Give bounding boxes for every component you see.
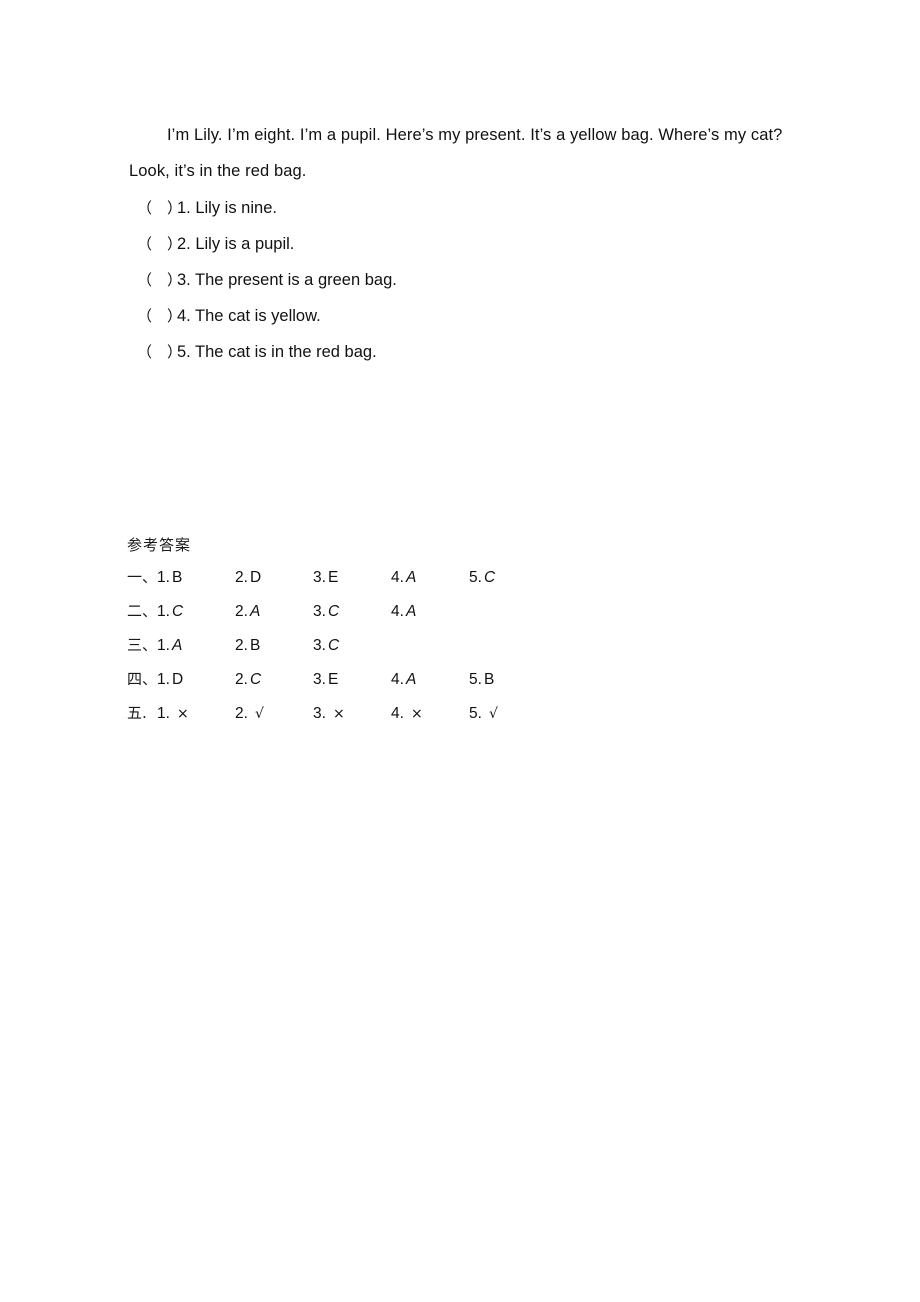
answer-cell: 2. B <box>235 629 313 663</box>
answer-number: 3. <box>313 637 326 654</box>
answer-cell: 2. A <box>235 595 313 629</box>
answer-cell: 4. A <box>391 595 469 629</box>
true-false-question-list: （ ）1. Lily is nine. （ ）2. Lily is a pupi… <box>137 190 777 370</box>
list-item: （ ）1. Lily is nine. <box>137 190 777 226</box>
answer-row-label-1: 一、 <box>127 568 158 586</box>
answer-cell: 5. C <box>469 561 547 595</box>
answer-cell: 2. D <box>235 561 313 595</box>
answer-value: C <box>483 569 496 586</box>
answer-value: C <box>171 603 184 620</box>
statement-text-4: 4. The cat is yellow. <box>177 307 321 325</box>
answer-value: D <box>249 569 262 586</box>
answer-value: C <box>249 671 262 688</box>
answer-value: A <box>249 603 261 620</box>
check-icon: √ <box>488 706 498 722</box>
statement-text-5: 5. The cat is in the red bag. <box>177 343 377 361</box>
answer-value: A <box>405 671 417 688</box>
answer-cell: 2. C <box>235 663 313 697</box>
answer-number: 1. <box>157 671 170 688</box>
answer-row-label-4: 四、 <box>127 670 158 688</box>
statement-text-3: 3. The present is a green bag. <box>177 271 397 289</box>
answer-value: B <box>171 569 183 586</box>
cross-icon: × <box>410 706 423 722</box>
check-icon: √ <box>254 706 264 722</box>
answer-row-2: 二、1. C 2. A 3. C 4. A <box>127 594 747 628</box>
answer-number: 5. <box>469 671 482 688</box>
answer-cell: 3. C <box>313 595 391 629</box>
list-item: （ ）5. The cat is in the red bag. <box>137 334 777 370</box>
list-item: （ ）3. The present is a green bag. <box>137 262 777 298</box>
answer-row-label-3: 三、 <box>127 636 158 654</box>
answer-bracket-2[interactable]: （ ） <box>137 227 182 263</box>
answer-number: 3. <box>313 705 326 722</box>
answer-cell: 3. × <box>313 697 391 731</box>
answer-cell: 1. × <box>157 697 235 731</box>
answer-row-1: 一、1. B 2. D 3. E 4. A 5. C <box>127 560 747 594</box>
answer-cell: 1. A <box>157 629 235 663</box>
answer-number: 1. <box>157 603 170 620</box>
list-item: （ ）4. The cat is yellow. <box>137 298 777 334</box>
answer-cell: 4. A <box>391 663 469 697</box>
answer-number: 4. <box>391 671 404 688</box>
answer-number: 2. <box>235 603 248 620</box>
answer-cell: 1. C <box>157 595 235 629</box>
answer-key-title: 参考答案 <box>127 536 192 554</box>
reading-passage: I’m Lily. I’m eight. I’m a pupil. Here’s… <box>129 117 799 189</box>
passage-line-1: I’m Lily. I’m eight. I’m a pupil. Here’s… <box>167 126 783 144</box>
answer-cell: 4. A <box>391 561 469 595</box>
answer-number: 5. <box>469 705 482 722</box>
answer-value: C <box>327 637 340 654</box>
answer-cell: 1. D <box>157 663 235 697</box>
answer-cell: 2. √ <box>235 697 313 731</box>
answer-number: 3. <box>313 569 326 586</box>
list-item: （ ）2. Lily is a pupil. <box>137 226 777 262</box>
answer-number: 1. <box>157 569 170 586</box>
statement-text-2: 2. Lily is a pupil. <box>177 235 295 253</box>
answer-key-section: 参考答案 一、1. B 2. D 3. E 4. A 5. C 二、1. C 2. A 3. C 4. A 三、… <box>127 530 747 730</box>
answer-number: 3. <box>313 671 326 688</box>
answer-row-label-5: 五. <box>127 704 147 722</box>
answer-value: D <box>171 671 184 688</box>
answer-number: 4. <box>391 603 404 620</box>
answer-cell: 3. C <box>313 629 391 663</box>
answer-number: 2. <box>235 569 248 586</box>
answer-cell: 3. E <box>313 561 391 595</box>
answer-bracket-4[interactable]: （ ） <box>137 299 182 335</box>
answer-cell: 5. √ <box>469 697 547 731</box>
answer-bracket-1[interactable]: （ ） <box>137 191 182 227</box>
answer-cell: 3. E <box>313 663 391 697</box>
answer-number: 4. <box>391 705 404 722</box>
answer-value: A <box>405 603 417 620</box>
answer-number: 1. <box>157 705 170 722</box>
answer-row-3: 三、1. A 2. B 3. C <box>127 628 747 662</box>
answer-value: B <box>249 637 261 654</box>
statement-text-1: 1. Lily is nine. <box>177 199 277 217</box>
answer-number: 3. <box>313 603 326 620</box>
answer-bracket-5[interactable]: （ ） <box>137 335 182 371</box>
answer-value: A <box>171 637 183 654</box>
answer-bracket-3[interactable]: （ ） <box>137 263 182 299</box>
answer-cell: 4. × <box>391 697 469 731</box>
cross-icon: × <box>176 706 189 722</box>
answer-row-label-2: 二、 <box>127 602 158 620</box>
answer-value: B <box>483 671 495 688</box>
answer-row-5: 五. 1. × 2. √ 3. × 4. × 5. √ <box>127 696 747 730</box>
answer-value: A <box>405 569 417 586</box>
answer-value: E <box>327 569 339 586</box>
answer-number: 4. <box>391 569 404 586</box>
answer-value: C <box>327 603 340 620</box>
answer-number: 5. <box>469 569 482 586</box>
answer-number: 2. <box>235 705 248 722</box>
answer-row-4: 四、1. D 2. C 3. E 4. A 5. B <box>127 662 747 696</box>
cross-icon: × <box>332 706 345 722</box>
answer-value: E <box>327 671 339 688</box>
answer-number: 2. <box>235 637 248 654</box>
worksheet-page: I’m Lily. I’m eight. I’m a pupil. Here’s… <box>0 0 920 1302</box>
passage-line-2: Look, it’s in the red bag. <box>129 162 307 180</box>
answer-number: 2. <box>235 671 248 688</box>
answer-cell: 5. B <box>469 663 547 697</box>
answer-cell: 1. B <box>157 561 235 595</box>
answer-number: 1. <box>157 637 170 654</box>
